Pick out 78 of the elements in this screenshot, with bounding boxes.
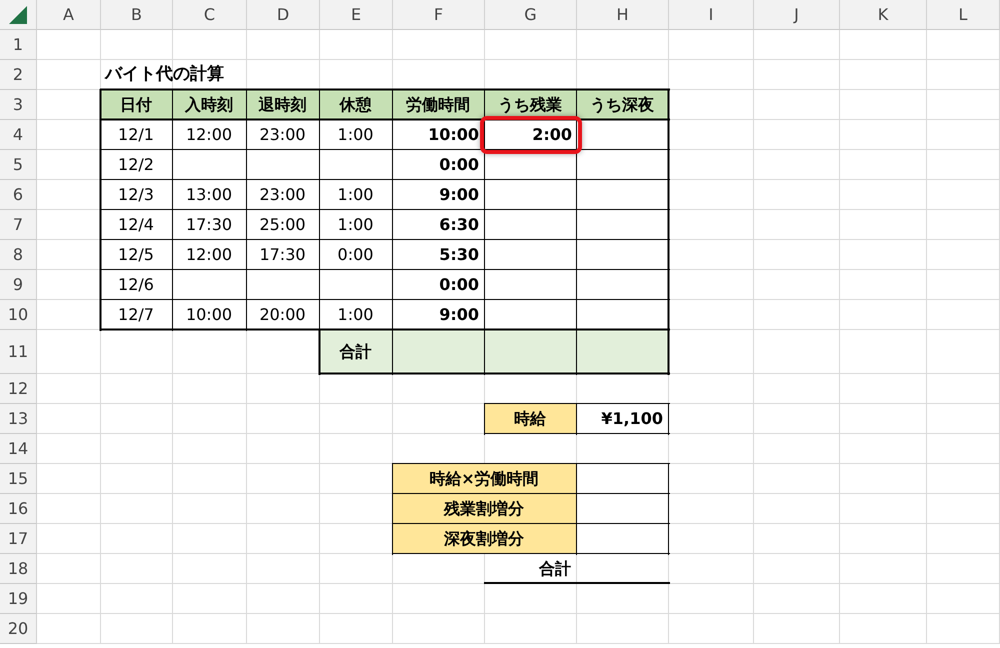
row-header[interactable]: 17 [0,524,37,554]
row-header[interactable]: 6 [0,180,37,210]
table-cell-text: 25:00 [258,214,307,236]
column-header[interactable]: C [173,0,247,30]
column-header[interactable]: B [101,0,173,30]
column-header[interactable]: D [247,0,320,30]
column-header[interactable]: A [37,0,101,30]
column-heading: 休憩 [320,90,393,120]
row-header[interactable]: 13 [0,404,37,434]
wage-value: ¥1,100 [600,408,664,430]
table-cell-text: 12/6 [117,274,155,296]
table-cell-text: 0:00 [336,244,374,266]
column-heading: 労働時間 [393,90,485,120]
table-cell-text: 5:30 [438,244,480,266]
summary-total-label: 合計 [538,558,572,580]
column-heading: 退時刻 [247,90,320,120]
table-cell-text: 12:00 [184,124,234,146]
row-header[interactable]: 14 [0,434,37,464]
select-all-button[interactable] [0,0,37,30]
table-cell-text: 23:00 [258,184,307,206]
row-header[interactable]: 1 [0,30,37,60]
table-cell-text: 12/7 [117,304,155,326]
sheet-title: バイト代の計算 [103,63,225,86]
column-header[interactable]: F [393,0,485,30]
table-cell-text: 12:00 [184,244,234,266]
summary-label: 時給×労働時間 [393,464,577,494]
table-cell-text: 9:00 [438,184,480,206]
table-cell-text: 1:00 [336,124,374,146]
column-heading: 日付 [101,90,173,120]
column-header[interactable]: K [840,0,927,30]
column-header[interactable]: L [927,0,1000,30]
table-cell-text: 12/2 [117,154,155,176]
table-cell-text: 1:00 [336,214,374,236]
table-cell-text: 1:00 [336,184,374,206]
column-header[interactable]: I [669,0,754,30]
row-header[interactable]: 9 [0,270,37,300]
wage-label: 時給 [485,404,577,434]
table-cell-text: 17:30 [184,214,234,236]
row-header[interactable]: 7 [0,210,37,240]
row-header[interactable]: 12 [0,374,37,404]
table-cell-text: 20:00 [258,304,307,326]
row-header[interactable]: 18 [0,554,37,584]
row-header[interactable]: 5 [0,150,37,180]
corner-triangle-icon [9,6,27,24]
row-header[interactable]: 3 [0,90,37,120]
table-cell-text: 12/3 [117,184,155,206]
row-header[interactable]: 8 [0,240,37,270]
column-heading: 入時刻 [173,90,247,120]
row-header[interactable]: 20 [0,614,37,644]
table-cell-text: 1:00 [336,304,374,326]
row-header[interactable]: 16 [0,494,37,524]
row-header[interactable]: 11 [0,330,37,374]
table-cell-text: 13:00 [184,184,234,206]
table-cell: 2:00 [480,116,582,154]
table-cell-text: 9:00 [438,304,480,326]
table-cell-text: 0:00 [438,154,480,176]
summary-label: 深夜割増分 [393,524,577,554]
table-cell-text: 17:30 [258,244,307,266]
table-cell-text: 23:00 [258,124,307,146]
column-header[interactable]: G [485,0,577,30]
column-header[interactable]: E [320,0,393,30]
column-header[interactable]: H [577,0,669,30]
total-label: 合計 [338,341,372,363]
table-cell-text: 10:00 [427,124,480,146]
table-cell-text: 12/4 [117,214,155,236]
column-heading: うち深夜 [577,90,669,120]
table-cell-text: 12/5 [117,244,155,266]
row-header[interactable]: 4 [0,120,37,150]
column-header[interactable]: J [754,0,840,30]
table-cell-text: 12/1 [117,124,155,146]
summary-label: 残業割増分 [393,494,577,524]
row-header[interactable]: 10 [0,300,37,330]
table-cell-text: 6:30 [438,214,480,236]
row-header[interactable]: 19 [0,584,37,614]
table-cell-text: 0:00 [438,274,480,296]
row-header[interactable]: 15 [0,464,37,494]
row-header[interactable]: 2 [0,60,37,90]
table-cell-text: 10:00 [184,304,234,326]
